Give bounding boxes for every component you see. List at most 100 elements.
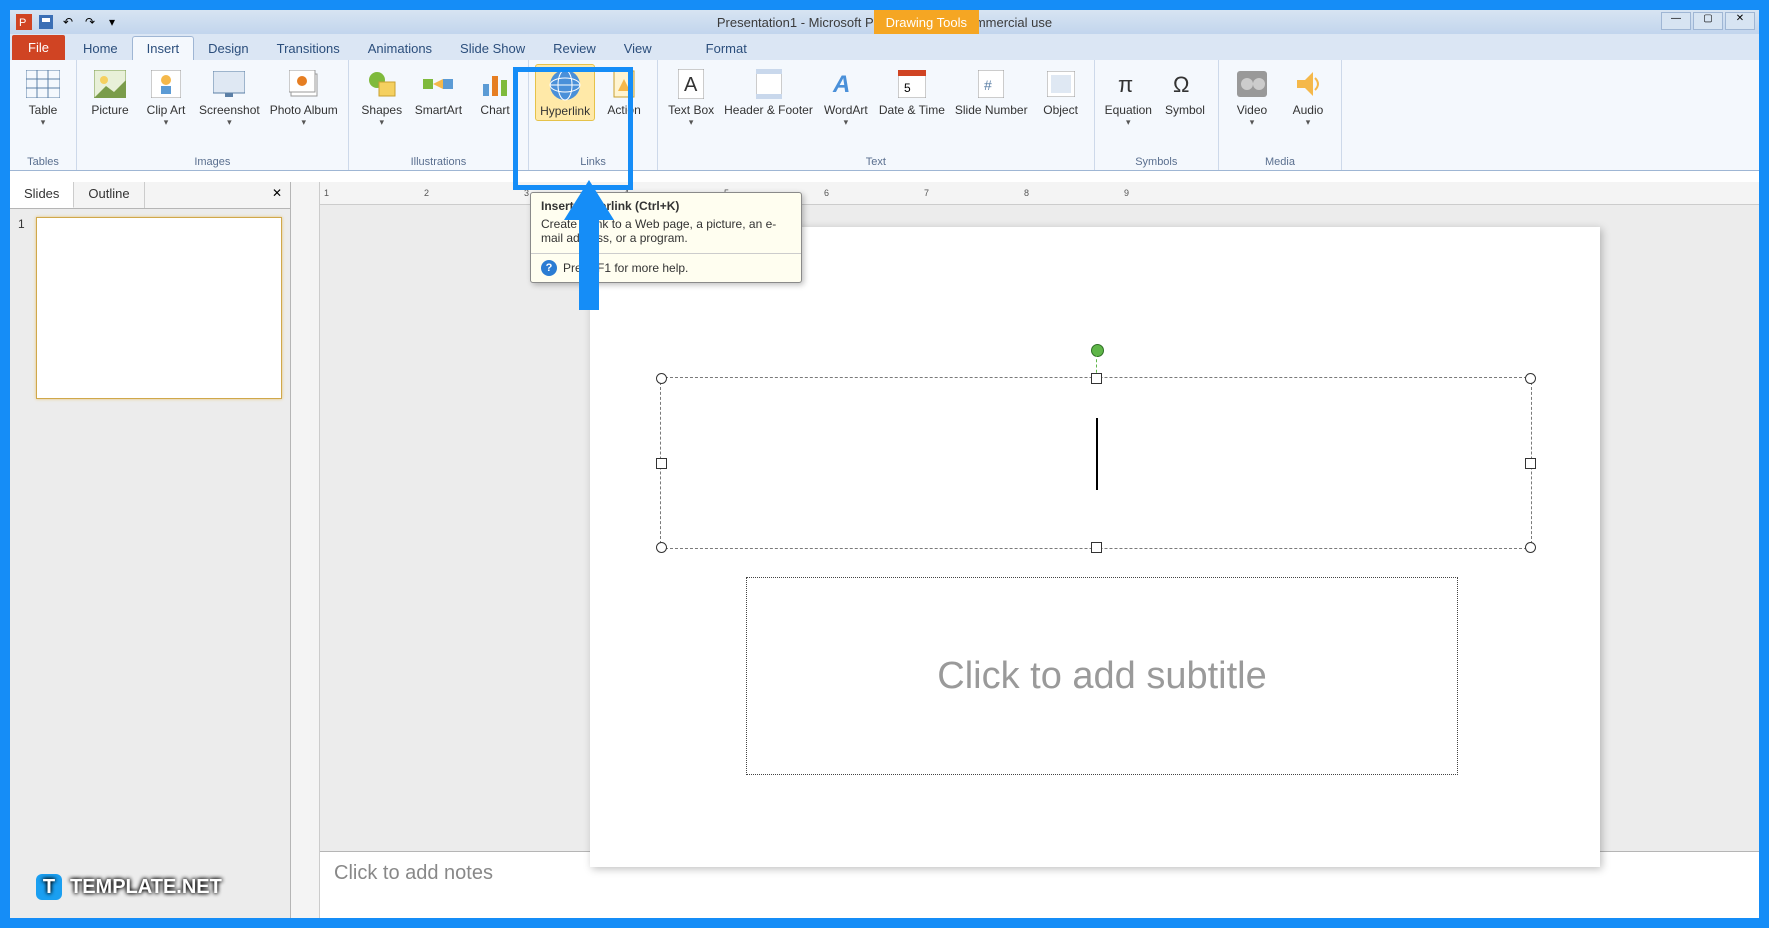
- ribbon: Table▾ Tables Picture Clip Art▾ Screensh…: [10, 60, 1759, 171]
- object-icon: [1043, 66, 1079, 102]
- photoalbum-button[interactable]: Photo Album▾: [266, 64, 342, 130]
- selection-handle[interactable]: [1525, 542, 1536, 553]
- wordart-icon: A: [828, 66, 864, 102]
- slide-canvas[interactable]: Click to add subtitle: [590, 227, 1600, 867]
- tab-format[interactable]: Format: [692, 37, 761, 60]
- tab-view[interactable]: View: [610, 37, 666, 60]
- slidenumber-icon: #: [973, 66, 1009, 102]
- subtitle-placeholder[interactable]: Click to add subtitle: [746, 577, 1458, 775]
- video-icon: [1234, 66, 1270, 102]
- svg-text:A: A: [832, 71, 850, 98]
- tab-transitions[interactable]: Transitions: [263, 37, 354, 60]
- watermark: T TEMPLATE.NET: [36, 874, 222, 900]
- tab-home[interactable]: Home: [69, 37, 132, 60]
- pane-tab-slides[interactable]: Slides: [10, 182, 74, 208]
- qat-dropdown-icon[interactable]: ▾: [104, 14, 120, 30]
- selection-handle[interactable]: [1525, 458, 1536, 469]
- tab-file[interactable]: File: [12, 35, 65, 60]
- pane-tab-outline[interactable]: Outline: [74, 182, 144, 208]
- symbol-icon: Ω: [1167, 66, 1203, 102]
- group-text: AText Box▾ Header & Footer AWordArt▾ 5Da…: [658, 60, 1094, 170]
- close-button[interactable]: ✕: [1725, 12, 1755, 30]
- action-button[interactable]: Action: [597, 64, 651, 121]
- tab-design[interactable]: Design: [194, 37, 262, 60]
- group-symbols: πEquation▾ ΩSymbol Symbols: [1095, 60, 1219, 170]
- title-bar: P ↶ ↷ ▾ Presentation1 - Microsoft PowerP…: [10, 10, 1759, 34]
- editor-area: 1 2 3 4 5 6 7 8 9: [291, 182, 1759, 918]
- group-links: Hyperlink Action Links: [529, 60, 658, 170]
- app-icon: P: [16, 14, 32, 30]
- contextual-tab-drawing-tools: Drawing Tools: [874, 10, 979, 34]
- group-media: Video▾ Audio▾ Media: [1219, 60, 1342, 170]
- slidenumber-button[interactable]: #Slide Number: [951, 64, 1032, 130]
- photoalbum-icon: [286, 66, 322, 102]
- tab-slideshow[interactable]: Slide Show: [446, 37, 539, 60]
- title-placeholder[interactable]: [660, 377, 1532, 549]
- pane-close-button[interactable]: ✕: [264, 182, 290, 208]
- selection-handle[interactable]: [1525, 373, 1536, 384]
- save-icon[interactable]: [38, 14, 54, 30]
- chart-icon: [477, 66, 513, 102]
- hyperlink-icon: [547, 67, 583, 103]
- chart-button[interactable]: Chart: [468, 64, 522, 130]
- action-icon: [606, 66, 642, 102]
- help-icon: ?: [541, 260, 557, 276]
- equation-button[interactable]: πEquation▾: [1101, 64, 1156, 130]
- group-illustrations: Shapes▾ SmartArt Chart Illustrations: [349, 60, 529, 170]
- datetime-button[interactable]: 5Date & Time: [875, 64, 949, 130]
- shapes-icon: [364, 66, 400, 102]
- headerfooter-button[interactable]: Header & Footer: [720, 64, 817, 130]
- thumbnail-number: 1: [18, 217, 30, 231]
- screenshot-button[interactable]: Screenshot▾: [195, 64, 264, 130]
- watermark-icon: T: [36, 874, 62, 900]
- ribbon-tabs: File Home Insert Design Transitions Anim…: [10, 34, 1759, 60]
- redo-icon[interactable]: ↷: [82, 14, 98, 30]
- table-button[interactable]: Table▾: [16, 64, 70, 130]
- video-button[interactable]: Video▾: [1225, 64, 1279, 130]
- svg-text:A: A: [684, 74, 698, 96]
- svg-text:5: 5: [904, 81, 911, 95]
- clipart-icon: [148, 66, 184, 102]
- tab-insert[interactable]: Insert: [132, 36, 195, 60]
- table-icon: [25, 66, 61, 102]
- tab-review[interactable]: Review: [539, 37, 610, 60]
- tab-animations[interactable]: Animations: [354, 37, 446, 60]
- svg-text:π: π: [1118, 72, 1133, 97]
- annotation-arrow: [564, 180, 614, 320]
- screenshot-icon: [211, 66, 247, 102]
- svg-text:Ω: Ω: [1173, 72, 1189, 97]
- textbox-button[interactable]: AText Box▾: [664, 64, 718, 130]
- svg-text:P: P: [19, 17, 26, 29]
- picture-button[interactable]: Picture: [83, 64, 137, 130]
- smartart-icon: [420, 66, 456, 102]
- vertical-ruler: [291, 182, 320, 918]
- slides-pane: Slides Outline ✕ 1: [10, 182, 291, 918]
- selection-handle[interactable]: [656, 458, 667, 469]
- symbol-button[interactable]: ΩSymbol: [1158, 64, 1212, 130]
- slide-thumbnail[interactable]: [36, 217, 282, 399]
- selection-handle[interactable]: [656, 542, 667, 553]
- group-tables: Table▾ Tables: [10, 60, 77, 170]
- selection-handle[interactable]: [1091, 373, 1102, 384]
- picture-icon: [92, 66, 128, 102]
- shapes-button[interactable]: Shapes▾: [355, 64, 409, 130]
- headerfooter-icon: [751, 66, 787, 102]
- audio-button[interactable]: Audio▾: [1281, 64, 1335, 130]
- datetime-icon: 5: [894, 66, 930, 102]
- maximize-button[interactable]: ▢: [1693, 12, 1723, 30]
- selection-handle[interactable]: [1091, 542, 1102, 553]
- text-cursor: [1096, 418, 1098, 490]
- textbox-icon: A: [673, 66, 709, 102]
- undo-icon[interactable]: ↶: [60, 14, 76, 30]
- equation-icon: π: [1110, 66, 1146, 102]
- minimize-button[interactable]: —: [1661, 12, 1691, 30]
- object-button[interactable]: Object: [1034, 64, 1088, 130]
- hyperlink-button[interactable]: Hyperlink: [535, 64, 595, 121]
- clipart-button[interactable]: Clip Art▾: [139, 64, 193, 130]
- wordart-button[interactable]: AWordArt▾: [819, 64, 873, 130]
- svg-text:#: #: [984, 77, 992, 93]
- smartart-button[interactable]: SmartArt: [411, 64, 466, 130]
- selection-handle[interactable]: [656, 373, 667, 384]
- group-images: Picture Clip Art▾ Screenshot▾ Photo Albu…: [77, 60, 349, 170]
- audio-icon: [1290, 66, 1326, 102]
